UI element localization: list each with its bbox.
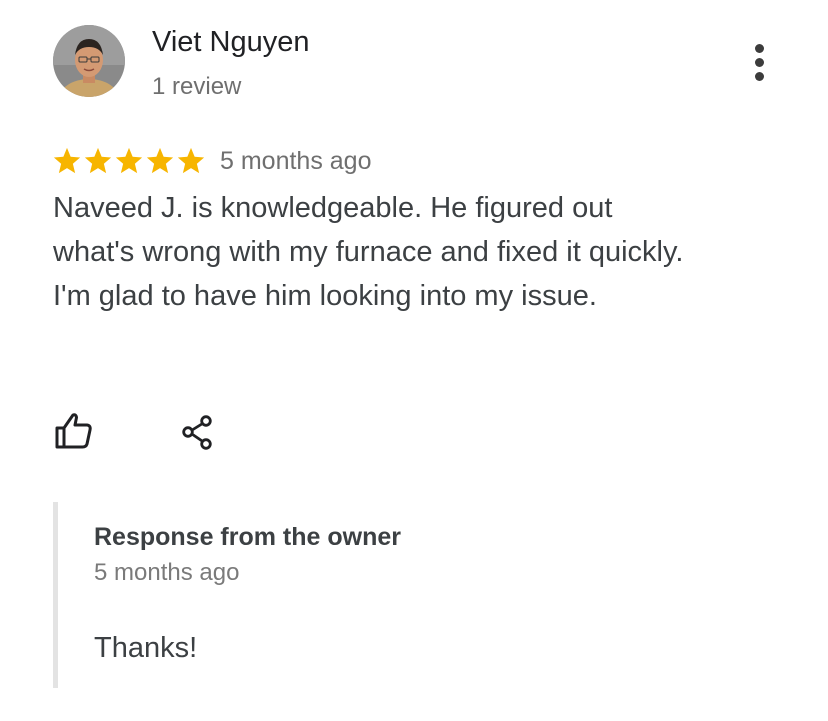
like-button[interactable]: [54, 411, 94, 451]
owner-response: Response from the owner 5 months ago Tha…: [53, 502, 738, 688]
more-options-button[interactable]: [744, 40, 774, 84]
star-icon: [177, 147, 205, 174]
star-icon: [53, 147, 81, 174]
star-rating: [52, 146, 206, 176]
avatar[interactable]: [53, 25, 125, 97]
thumb-up-icon: [55, 413, 92, 449]
response-date: 5 months ago: [94, 559, 240, 586]
share-button[interactable]: [180, 411, 216, 451]
star-icon: [84, 147, 112, 174]
more-vert-icon-dot: [754, 57, 764, 67]
more-vert-icon: [754, 43, 764, 53]
review-count: 1 review: [152, 73, 242, 100]
star-icon: [115, 147, 143, 174]
response-title: Response from the owner: [94, 523, 401, 551]
star-icon: [146, 147, 174, 174]
response-text: Thanks!: [94, 632, 198, 664]
review-date: 5 months ago: [220, 146, 372, 175]
avatar-image: [53, 25, 125, 97]
reviewer-name[interactable]: Viet Nguyen: [152, 26, 309, 59]
share-icon: [182, 415, 212, 450]
review-text: Naveed J. is knowledgeable. He figured o…: [53, 192, 684, 312]
rating-row: 5 months ago: [52, 144, 372, 178]
more-vert-icon-dot: [754, 71, 764, 81]
